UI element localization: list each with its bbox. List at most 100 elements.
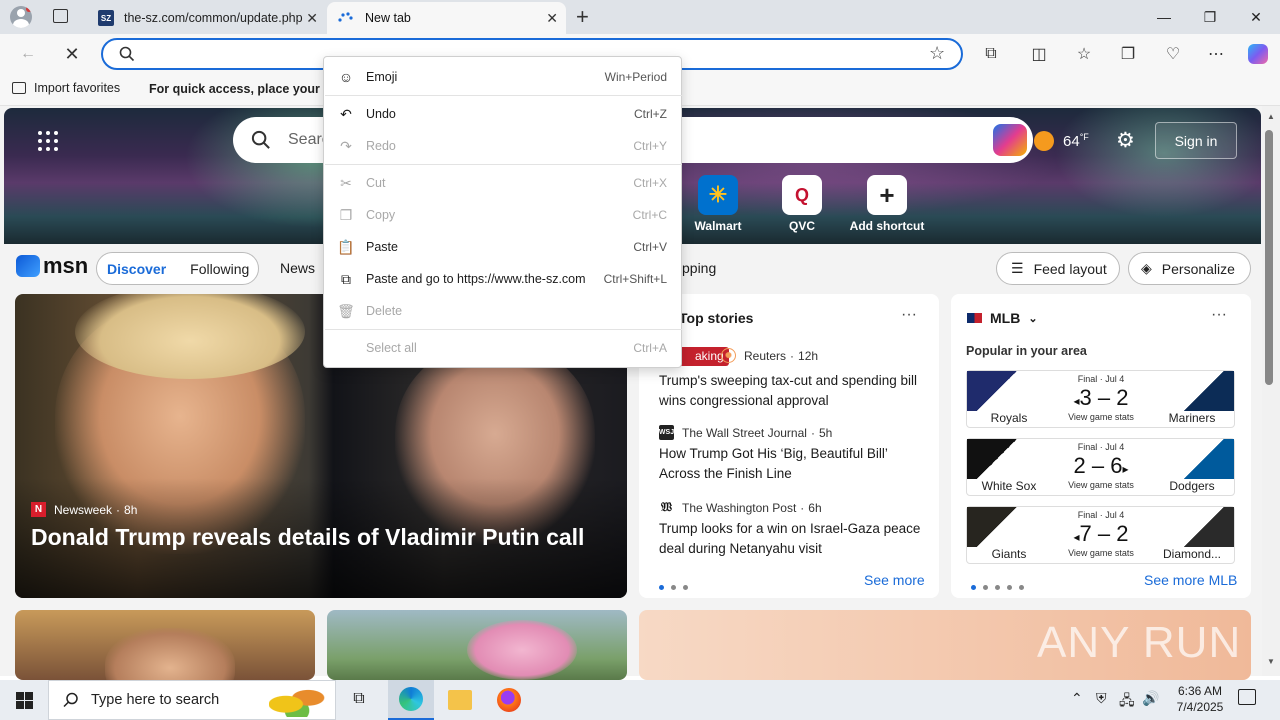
view-game-stats-link[interactable]: View game stats [1051, 480, 1151, 490]
notifications-icon[interactable] [1238, 689, 1256, 705]
browser-essentials-icon[interactable]: ♡ [1159, 42, 1187, 66]
weather-temperature[interactable]: 64°F [1063, 132, 1089, 150]
newsweek-icon: N [31, 502, 46, 517]
tab-discover[interactable]: Discover [107, 261, 166, 277]
add-shortcut-button[interactable]: + Add shortcut [847, 175, 927, 233]
shortcut-walmart[interactable]: ✳ Walmart [678, 175, 758, 233]
tab-title: New tab [365, 11, 411, 25]
new-tab-button[interactable]: + [576, 4, 589, 30]
taskbar-search-box[interactable]: Type here to search [48, 680, 336, 720]
menu-item-select-all[interactable]: Select all Ctrl+A [324, 332, 681, 364]
game-row[interactable]: Royals Mariners Final · Jul 4 ◂3 – 2 Vie… [966, 370, 1235, 428]
menu-item-cut[interactable]: ✂ Cut Ctrl+X [324, 167, 681, 199]
game-row[interactable]: White Sox Dodgers Final · Jul 4 2 – 6▸ V… [966, 438, 1235, 496]
see-more-link[interactable]: See more [864, 572, 925, 588]
view-game-stats-link[interactable]: View game stats [1051, 548, 1151, 558]
scroll-up-icon[interactable]: ▲ [1267, 112, 1275, 121]
home-team-name: Giants [991, 547, 1027, 561]
feed-layout-button[interactable]: ☰ Feed layout [996, 252, 1120, 285]
more-options-icon[interactable]: ··· [901, 306, 917, 324]
top-stories-title[interactable]: Top stories [679, 310, 753, 326]
game-status: Final · Jul 4 [1077, 442, 1125, 452]
feature-headline[interactable]: Donald Trump reveals details of Vladimir… [31, 524, 584, 551]
game-score: ◂3 – 2 [1073, 385, 1129, 410]
shortcut-qvc[interactable]: Q QVC [762, 175, 842, 233]
stop-loading-icon[interactable]: ✕ [58, 42, 86, 66]
walmart-icon: ✳ [698, 175, 738, 215]
shortcut-label: Walmart [694, 219, 742, 233]
collections-icon[interactable]: ❐ [1114, 42, 1142, 66]
apps-launcher-icon[interactable] [38, 131, 58, 151]
shortcut-label: QVC [788, 219, 815, 233]
task-view-icon[interactable]: ⧉ [345, 690, 373, 712]
carousel-dots[interactable] [659, 578, 695, 593]
mlb-title[interactable]: MLB ⌄ [967, 310, 1038, 326]
msn-logo[interactable]: msn [16, 253, 88, 279]
loading-icon [338, 12, 353, 22]
story-source: ✺ Reuters · 12h [721, 348, 818, 363]
feature-source: N Newsweek · 8h [31, 502, 137, 517]
menu-item-paste[interactable]: 📋 Paste Ctrl+V [324, 231, 681, 263]
menu-item-emoji[interactable]: ☺ Emoji Win+Period [324, 61, 681, 93]
tab-new-tab[interactable]: New tab ✕ [327, 2, 566, 34]
sliders-icon: ☰ [1011, 260, 1024, 276]
split-screen-icon[interactable]: ◫ [1025, 42, 1053, 66]
scrollbar-thumb[interactable] [1265, 130, 1273, 385]
favorites-icon[interactable]: ☆ [1070, 42, 1098, 66]
tab-the-sz[interactable]: SZ the-sz.com/common/update.php ✕ [88, 2, 326, 34]
emoji-icon: ☺ [338, 69, 354, 85]
menu-item-paste-and-go[interactable]: ⧉ Paste and go to https://www.the-sz.com… [324, 263, 681, 295]
taskbar-clock[interactable]: 6:36 AM 7/4/2025 [1172, 683, 1228, 715]
news-card-image[interactable] [15, 610, 315, 680]
more-options-icon[interactable]: ··· [1211, 306, 1227, 324]
menu-item-undo[interactable]: ↶ Undo Ctrl+Z [324, 98, 681, 130]
vpn-icon[interactable]: ⛨ [1096, 690, 1107, 707]
see-more-mlb-link[interactable]: See more MLB [1144, 572, 1237, 588]
tab-following[interactable]: Following [190, 261, 249, 277]
favorite-star-icon[interactable]: ☆ [929, 43, 945, 64]
maximize-button[interactable]: ❐ [1187, 0, 1233, 34]
scroll-down-icon[interactable]: ▼ [1267, 657, 1275, 666]
tab-actions-icon[interactable] [53, 9, 68, 23]
taskbar-edge-icon[interactable] [388, 680, 434, 720]
back-arrow-icon[interactable]: ← [14, 42, 42, 66]
game-status: Final · Jul 4 [1077, 374, 1125, 384]
minimize-button[interactable]: — [1141, 0, 1187, 34]
settings-gear-icon[interactable]: ⚙ [1116, 128, 1135, 153]
windows-logo-icon [15, 691, 33, 709]
view-game-stats-link[interactable]: View game stats [1051, 412, 1151, 422]
menu-item-redo[interactable]: ↷ Redo Ctrl+Y [324, 130, 681, 162]
tab-shopping[interactable]: pping [682, 260, 716, 276]
carousel-dots[interactable] [971, 578, 1031, 593]
file-explorer-icon[interactable] [448, 690, 472, 710]
game-score: ◂7 – 2 [1073, 521, 1129, 546]
volume-icon[interactable]: 🔊 [1142, 690, 1159, 707]
close-tab-icon[interactable]: ✕ [546, 10, 558, 27]
settings-more-icon[interactable]: ⋯ [1202, 42, 1230, 66]
start-button[interactable] [0, 680, 48, 720]
profile-avatar[interactable] [10, 6, 32, 28]
show-hidden-icons-icon[interactable]: ⌃ [1071, 690, 1083, 707]
menu-item-delete[interactable]: 🗑 Delete [324, 295, 681, 327]
close-window-button[interactable]: ✕ [1233, 0, 1279, 34]
msn-butterfly-icon [16, 255, 40, 277]
story-headline[interactable]: How Trump Got His ‘Big, Beautiful Bill’ … [659, 444, 925, 484]
story-headline[interactable]: Trump's sweeping tax-cut and spending bi… [659, 371, 925, 411]
import-favorites-button[interactable]: Import favorites [12, 81, 120, 95]
away-team-name: Dodgers [1169, 479, 1215, 493]
menu-item-copy[interactable]: ❐ Copy Ctrl+C [324, 199, 681, 231]
story-headline[interactable]: Trump looks for a win on Israel-Gaza pea… [659, 519, 925, 559]
extensions-icon[interactable]: ⧉ [977, 42, 1005, 66]
personalize-button[interactable]: ◈ Personalize [1128, 252, 1251, 285]
close-tab-icon[interactable]: ✕ [306, 10, 318, 27]
tab-news[interactable]: News [280, 260, 315, 276]
news-card-image[interactable] [327, 610, 627, 680]
game-row[interactable]: Giants Diamond... Final · Jul 4 ◂7 – 2 V… [966, 506, 1235, 564]
network-icon[interactable]: 🖧 [1119, 690, 1135, 714]
firefox-icon[interactable] [497, 688, 521, 712]
sign-in-button[interactable]: Sign in [1155, 122, 1237, 159]
news-card-image[interactable]: ANY RUN [639, 610, 1251, 680]
copilot-icon[interactable] [1244, 42, 1272, 66]
weather-sun-icon[interactable] [1034, 131, 1054, 151]
paris-olympics-icon[interactable] [993, 124, 1027, 156]
